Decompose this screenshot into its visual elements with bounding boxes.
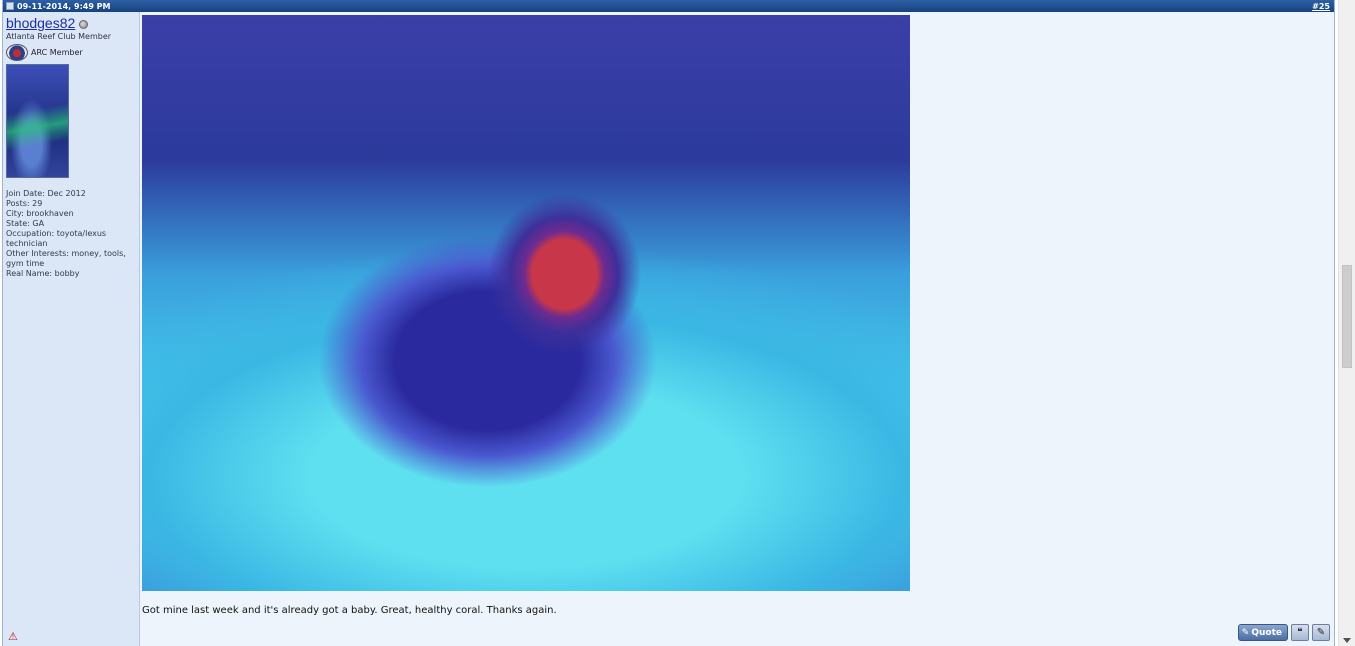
quote-icon: ✎: [1241, 627, 1250, 638]
forum-post: 09-11-2014, 9:49 PM #25 bhodges82 Atlant…: [2, 0, 1335, 646]
user-info-panel: bhodges82 Atlanta Reef Club Member ARC M…: [3, 12, 140, 646]
avatar[interactable]: [6, 64, 69, 178]
state: State: GA: [6, 219, 45, 228]
post-icon: [6, 2, 14, 10]
post-header: 09-11-2014, 9:49 PM #25: [3, 0, 1334, 12]
post-message: Got mine last week and it's already got …: [142, 605, 557, 616]
user-details: Join Date: Dec 2012 Posts: 29 City: broo…: [6, 189, 136, 279]
real-name: Real Name: bobby: [6, 269, 80, 278]
post-count: Posts: 29: [6, 199, 43, 208]
report-warning-icon[interactable]: ⚠: [8, 631, 20, 643]
post-content: Got mine last week and it's already got …: [140, 12, 1334, 646]
city: City: brookhaven: [6, 209, 74, 218]
post-date: 09-11-2014, 9:49 PM: [17, 1, 111, 11]
multiquote-icon[interactable]: ❝: [1291, 624, 1309, 641]
post-action-buttons: ✎ Quote ❝ ✎: [1237, 624, 1330, 641]
quote-button[interactable]: ✎ Quote: [1237, 624, 1288, 641]
occupation: Occupation: toyota/lexus technician: [6, 229, 107, 248]
user-title: Atlanta Reef Club Member: [6, 32, 112, 41]
scrollbar-thumb[interactable]: [1342, 265, 1352, 368]
coral-photo[interactable]: [142, 15, 910, 591]
scroll-down-arrow-icon[interactable]: [1343, 638, 1351, 643]
offline-status-icon: [79, 19, 89, 29]
other-interests: Other Interests: money, tools, gym time: [6, 249, 126, 268]
rank-badge-icon: [6, 44, 28, 61]
vertical-scrollbar[interactable]: [1338, 0, 1355, 646]
join-date: Join Date: Dec 2012: [6, 189, 86, 198]
post-number-link[interactable]: #25: [1312, 2, 1330, 11]
user-rank: ARC Member: [31, 48, 83, 57]
quick-reply-icon[interactable]: ✎: [1312, 624, 1330, 641]
username-link[interactable]: bhodges82: [6, 15, 75, 31]
